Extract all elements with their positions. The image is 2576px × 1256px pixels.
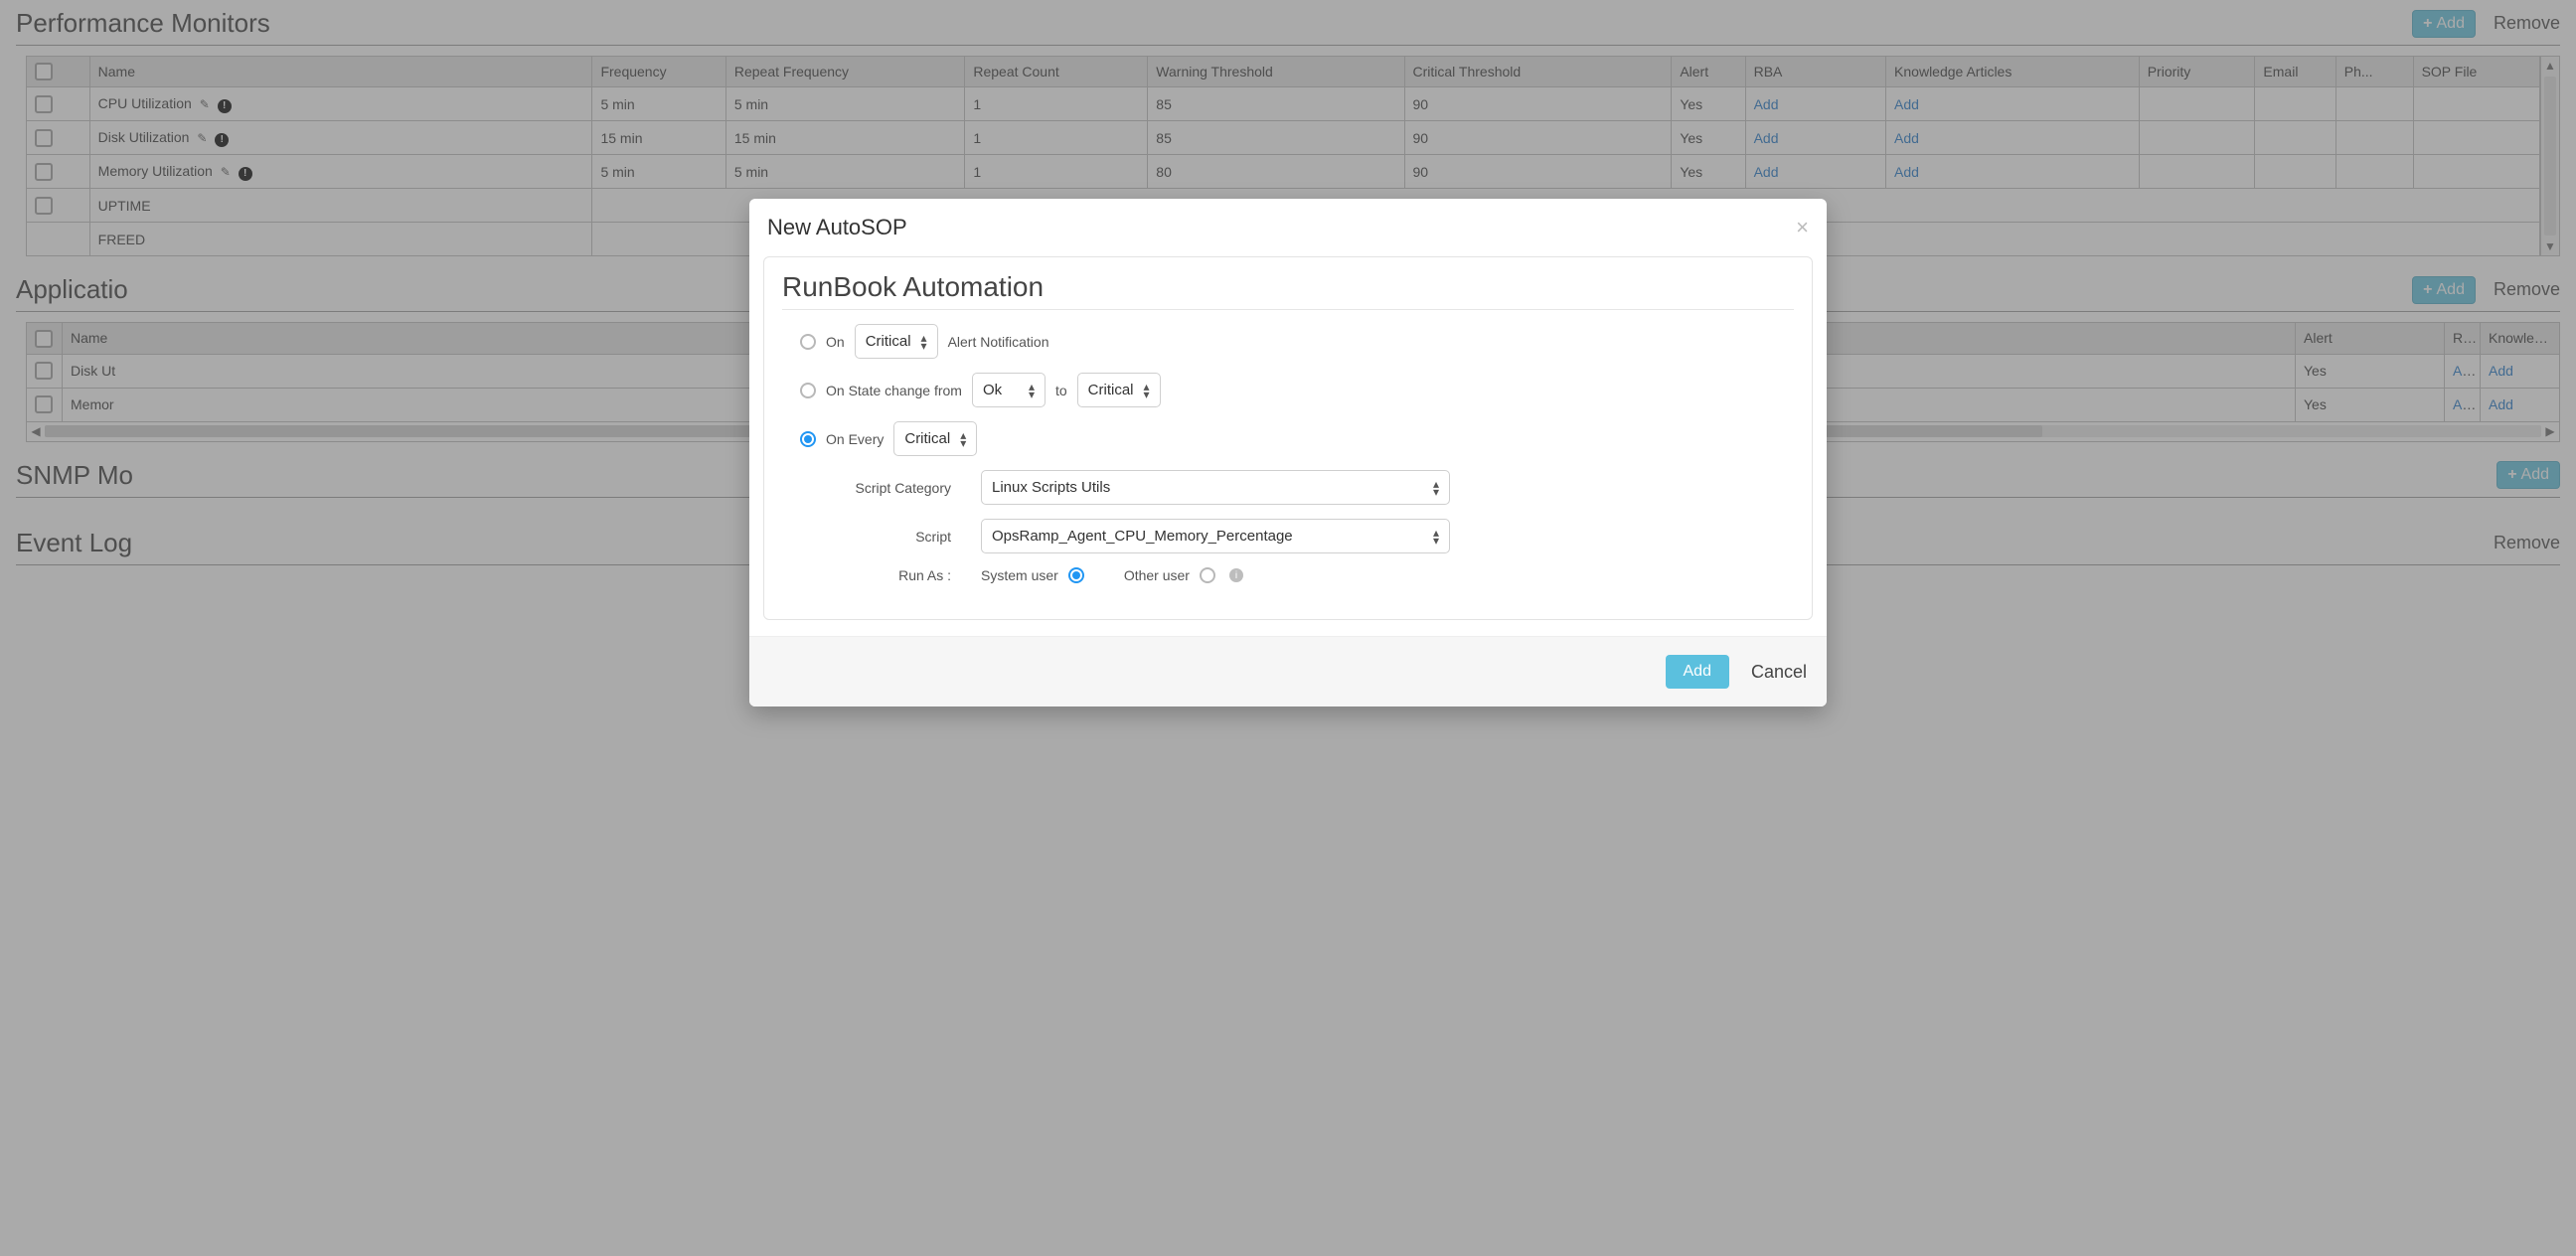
caret-icon: ▴▾ xyxy=(1433,529,1439,545)
row-run-as: Run As : System user Other user i xyxy=(782,567,1794,583)
modal-overlay: New AutoSOP × RunBook Automation On Crit… xyxy=(0,0,2576,1256)
row-script-category: Script Category Linux Scripts Utils ▴▾ xyxy=(782,470,1794,505)
select-value: Ok xyxy=(983,382,1002,398)
modal-title: New AutoSOP xyxy=(767,215,907,240)
select-on-severity[interactable]: Critical ▴▾ xyxy=(855,324,938,359)
caret-icon: ▴▾ xyxy=(960,431,966,447)
radio-other-user[interactable] xyxy=(1200,567,1215,583)
row-script: Script OpsRamp_Agent_CPU_Memory_Percenta… xyxy=(782,519,1794,553)
to-label: to xyxy=(1055,383,1067,398)
select-value: Linux Scripts Utils xyxy=(992,479,1110,496)
modal-cancel-button[interactable]: Cancel xyxy=(1751,662,1807,683)
radio-on-every[interactable] xyxy=(800,431,816,447)
select-on-every[interactable]: Critical ▴▾ xyxy=(893,421,977,456)
modal-footer: Add Cancel xyxy=(749,636,1827,706)
script-category-label: Script Category xyxy=(782,480,951,496)
close-icon[interactable]: × xyxy=(1796,215,1809,240)
select-value: OpsRamp_Agent_CPU_Memory_Percentage xyxy=(992,528,1293,545)
select-value: Critical xyxy=(904,430,950,447)
select-state-to[interactable]: Critical ▴▾ xyxy=(1077,373,1161,407)
alert-notif-label: Alert Notification xyxy=(948,334,1049,350)
caret-icon: ▴▾ xyxy=(1433,480,1439,496)
radio-system-user[interactable] xyxy=(1068,567,1084,583)
script-label: Script xyxy=(782,529,951,545)
info-icon[interactable]: i xyxy=(1229,568,1243,582)
row-state-change: On State change from Ok ▴▾ to Critical ▴… xyxy=(782,373,1794,407)
on-every-label: On Every xyxy=(826,431,884,447)
panel-title: RunBook Automation xyxy=(782,271,1794,303)
modal-add-button[interactable]: Add xyxy=(1666,655,1729,689)
select-script-category[interactable]: Linux Scripts Utils ▴▾ xyxy=(981,470,1450,505)
runbook-panel: RunBook Automation On Critical ▴▾ Alert … xyxy=(763,256,1813,620)
row-on-every: On Every Critical ▴▾ xyxy=(782,421,1794,456)
system-user-label: System user xyxy=(981,567,1058,583)
other-user-label: Other user xyxy=(1124,567,1190,583)
caret-icon: ▴▾ xyxy=(1029,383,1035,398)
caret-icon: ▴▾ xyxy=(921,334,927,350)
run-as-label: Run As : xyxy=(782,567,951,583)
radio-on-alert[interactable] xyxy=(800,334,816,350)
on-label: On xyxy=(826,334,845,350)
radio-state-change[interactable] xyxy=(800,383,816,398)
select-value: Critical xyxy=(1088,382,1134,398)
modal-header: New AutoSOP × xyxy=(749,199,1827,246)
select-script[interactable]: OpsRamp_Agent_CPU_Memory_Percentage ▴▾ xyxy=(981,519,1450,553)
caret-icon: ▴▾ xyxy=(1144,383,1150,398)
select-value: Critical xyxy=(866,333,911,350)
state-change-label: On State change from xyxy=(826,383,962,398)
select-state-from[interactable]: Ok ▴▾ xyxy=(972,373,1046,407)
row-on-alert: On Critical ▴▾ Alert Notification xyxy=(782,324,1794,359)
new-autosop-modal: New AutoSOP × RunBook Automation On Crit… xyxy=(749,199,1827,706)
